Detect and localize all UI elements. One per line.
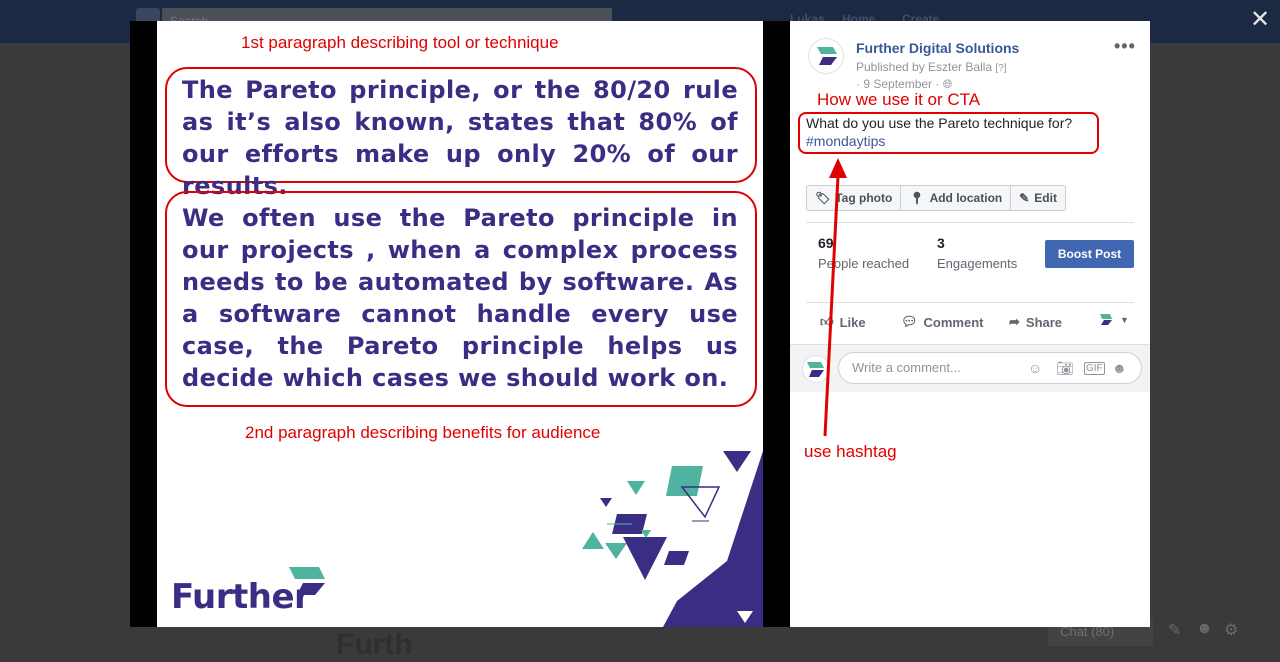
background-further-text: Furth bbox=[336, 628, 413, 661]
comment-composer: Write a comment... ☺ 📷︎ GIF ☻ bbox=[790, 344, 1150, 392]
pencil-icon: ✎ bbox=[1019, 191, 1030, 205]
photo-tools-bar: 🏷︎ Tag photo 📍︎ Add location ✎ Edit bbox=[806, 185, 1066, 211]
annotation-cta: How we use it or CTA bbox=[817, 90, 981, 109]
sticker-icon[interactable]: ☻ bbox=[1112, 360, 1127, 376]
cta-highlight-box bbox=[798, 112, 1099, 154]
like-label: Like bbox=[839, 314, 866, 330]
further-avatar-icon bbox=[817, 47, 837, 65]
post-as-selector[interactable]: ▼ bbox=[1098, 314, 1129, 326]
camera-icon[interactable]: 📷︎ bbox=[1056, 360, 1074, 377]
gif-icon[interactable]: GIF bbox=[1084, 362, 1105, 375]
comment-label: Comment bbox=[923, 314, 984, 330]
close-icon[interactable]: ✕ bbox=[1250, 8, 1270, 32]
divider bbox=[806, 302, 1134, 303]
further-mini-icon bbox=[1100, 314, 1112, 325]
thumbs-up-icon: 👍︎ bbox=[820, 314, 834, 329]
post-image: 1st paragraph describing tool or techniq… bbox=[157, 21, 763, 627]
add-location-label: Add location bbox=[929, 191, 1003, 205]
emoji-icon[interactable]: ☺ bbox=[1028, 360, 1042, 376]
page-avatar[interactable] bbox=[808, 38, 844, 74]
chevron-down-icon: ▼ bbox=[1120, 315, 1129, 325]
share-arrow-icon: ➦ bbox=[1009, 314, 1020, 329]
divider bbox=[806, 222, 1134, 223]
add-location-button[interactable]: 📍︎ Add location bbox=[901, 186, 1012, 210]
people-reached-value: 69 bbox=[818, 235, 834, 251]
post-panel: Further Digital Solutions Published by E… bbox=[790, 21, 1150, 627]
boost-post-button[interactable]: Boost Post bbox=[1045, 240, 1134, 268]
engagements-label: Engagements bbox=[937, 256, 1018, 271]
further-avatar-icon bbox=[807, 362, 824, 377]
annotation-hashtag: use hashtag bbox=[804, 442, 897, 461]
tag-icon: 🏷︎ bbox=[815, 191, 831, 205]
settings-gear-icon: ⚙ bbox=[1224, 622, 1239, 639]
compose-icon: ✎ bbox=[1168, 622, 1182, 639]
page-name-link[interactable]: Further Digital Solutions bbox=[856, 40, 1019, 56]
published-by: Published by Eszter Balla [?] bbox=[856, 60, 1007, 74]
commenter-avatar bbox=[802, 355, 830, 383]
people-reached-label: People reached bbox=[818, 256, 910, 271]
share-button[interactable]: ➦ Share bbox=[1009, 314, 1062, 330]
more-options-icon[interactable]: ••• bbox=[1114, 36, 1136, 57]
location-pin-icon: 📍︎ bbox=[909, 191, 925, 205]
comment-button[interactable]: 💬︎ Comment bbox=[901, 314, 983, 330]
published-by-text: Published by Eszter Balla bbox=[856, 60, 993, 74]
decorative-triangles bbox=[582, 451, 763, 627]
share-label: Share bbox=[1025, 314, 1063, 330]
edit-button[interactable]: ✎ Edit bbox=[1011, 186, 1065, 210]
post-date-text: · 9 September · bbox=[856, 77, 940, 91]
tag-photo-button[interactable]: 🏷︎ Tag photo bbox=[807, 186, 902, 210]
further-logo-icon bbox=[289, 567, 325, 595]
tag-photo-label: Tag photo bbox=[835, 191, 893, 205]
globe-icon: 🌐︎ bbox=[942, 77, 953, 91]
speech-bubble-icon: 💬︎ bbox=[901, 314, 918, 329]
like-button[interactable]: 👍︎ Like bbox=[820, 314, 866, 330]
people-icon: ☻ bbox=[1196, 620, 1213, 637]
published-by-help[interactable]: [?] bbox=[995, 63, 1006, 74]
edit-label: Edit bbox=[1034, 191, 1057, 205]
engagements-value: 3 bbox=[937, 235, 945, 251]
